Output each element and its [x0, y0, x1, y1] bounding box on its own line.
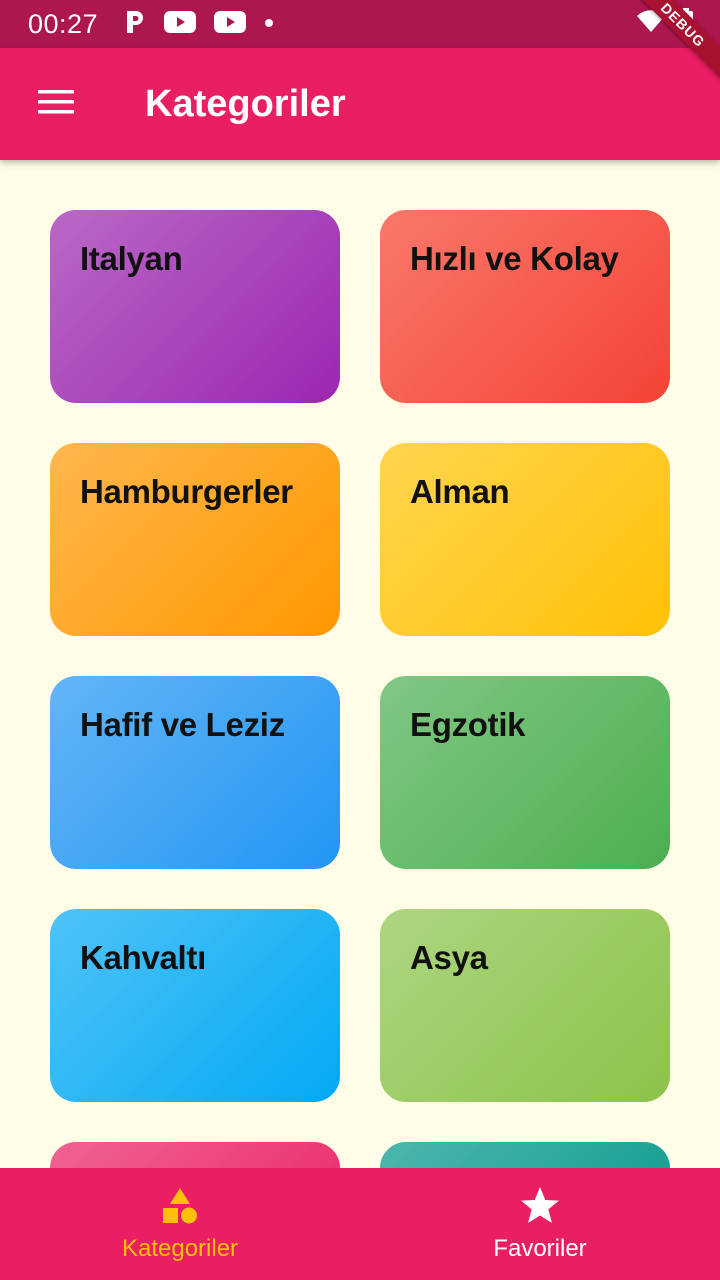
nav-item-favoriler[interactable]: Favoriler [360, 1168, 720, 1280]
nav-label: Favoriler [493, 1234, 587, 1262]
star-icon [519, 1186, 561, 1231]
nav-label: Kategoriler [121, 1234, 239, 1262]
category-label: Hızlı ve Kolay [410, 240, 619, 277]
category-label: Hafif ve Leziz [80, 706, 285, 743]
bottom-navigation: Kategoriler Favoriler [0, 1168, 720, 1280]
p-icon [124, 9, 146, 40]
category-label: Italyan [80, 240, 183, 277]
menu-icon [37, 88, 75, 121]
category-label: Alman [410, 473, 510, 510]
page-title: Kategoriler [145, 82, 346, 125]
category-card[interactable]: Asya [380, 909, 670, 1102]
category-card[interactable]: Alman [380, 443, 670, 636]
category-card[interactable]: Hamburgerler [50, 443, 340, 636]
category-label: Hamburgerler [80, 473, 293, 510]
category-label: Egzotik [410, 706, 526, 743]
category-card[interactable]: Hızlı ve Kolay [380, 210, 670, 403]
youtube-icon [164, 10, 197, 39]
category-card[interactable]: Hafif ve Leziz [50, 676, 340, 869]
dot-icon [264, 15, 274, 33]
youtube-icon [214, 10, 247, 39]
nav-item-kategoriler[interactable]: Kategoriler [0, 1168, 360, 1280]
category-label: Kahvaltı [80, 939, 206, 976]
status-bar: 00:27 [0, 0, 720, 48]
category-card[interactable]: Italyan [50, 210, 340, 403]
category-card[interactable]: Egzotik [380, 676, 670, 869]
category-shapes-icon [160, 1186, 200, 1231]
menu-button[interactable] [0, 48, 112, 160]
notification-icons [124, 9, 274, 40]
app-bar: Kategoriler [0, 48, 720, 160]
category-card[interactable]: Kahvaltı [50, 909, 340, 1102]
category-label: Asya [410, 939, 488, 976]
status-time: 00:27 [28, 8, 99, 39]
